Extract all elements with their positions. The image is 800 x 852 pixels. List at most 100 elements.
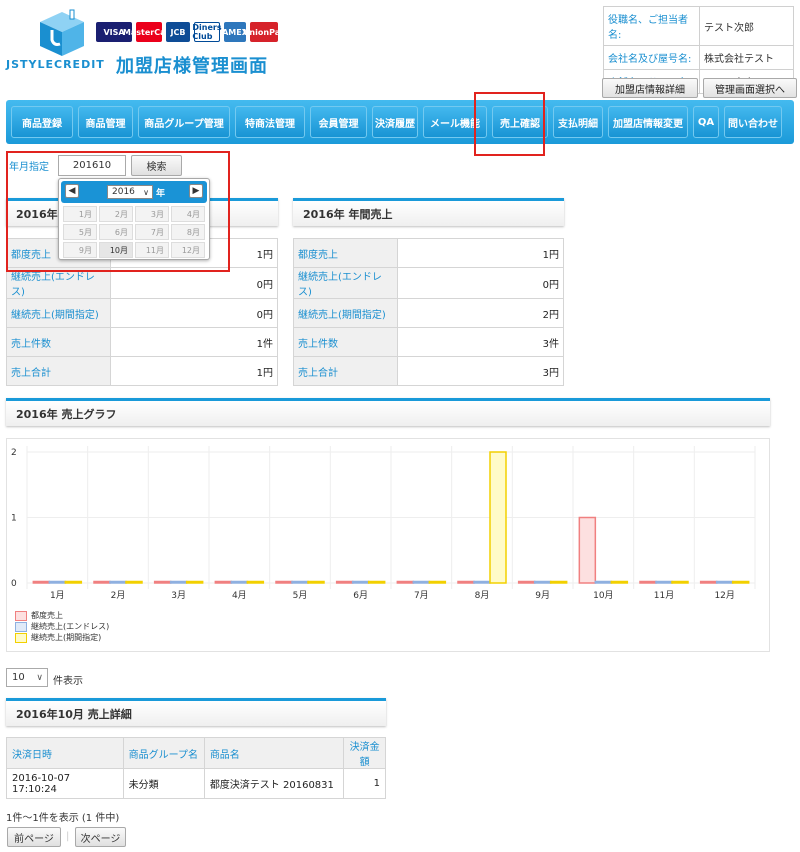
card-logo: JCB [166, 22, 190, 42]
column-header[interactable]: 決済日時 [6, 737, 124, 769]
x-tick-label: 5月 [293, 590, 308, 601]
main-nav: 商品登録 商品管理 商品グループ管理 特商法管理 会員管理 決済履歴 メール機能 売上確認 支払… [6, 100, 794, 144]
chart-bar [412, 580, 431, 584]
row-value: 3円 [397, 356, 564, 386]
page-size-suffix: 件表示 [53, 676, 83, 687]
nav-item[interactable]: 決済履歴 [372, 106, 418, 138]
row-value: 0円 [110, 298, 278, 328]
pager-summary: 1件～1件を表示 (1 件中) [6, 813, 120, 824]
chart-bar [549, 580, 568, 584]
column-header[interactable]: 商品名 [203, 737, 345, 769]
row-label: 売上件数 [6, 327, 111, 357]
sales-chart: 0 1 2 1月 2月 3月 4月 5月 6月 7月 8月 9月 10月 11月 12月 [11, 446, 756, 601]
row-value: 1円 [110, 356, 278, 386]
chart-bar [610, 580, 629, 584]
row-label: 継続売上(エンドレス) [6, 267, 111, 299]
select-admin-button[interactable]: 管理画面選択へ [703, 78, 797, 98]
pager-separator: | [66, 831, 70, 842]
chart-bar [64, 580, 83, 584]
x-tick-label: 12月 [714, 590, 734, 601]
chart-bar [230, 580, 249, 584]
chart-bar [671, 580, 689, 584]
page-size-select[interactable]: 10 ∨ [6, 668, 48, 687]
chart-bar [246, 580, 265, 584]
legend-item: 継続売上(期間指定) [15, 632, 109, 643]
chart-bar [639, 580, 657, 584]
prev-page-button[interactable]: 前ページ [7, 827, 61, 847]
nav-item[interactable]: 加盟店情報変更 [608, 106, 688, 138]
next-page-button[interactable]: 次ページ [75, 827, 126, 847]
page-title: 加盟店様管理画面 [116, 56, 268, 77]
chart-bar [169, 580, 188, 584]
x-tick-label: 8月 [475, 590, 490, 601]
sales-detail-title: 2016年10月 売上詳細 [6, 698, 386, 726]
page-size-value: 10 [12, 672, 25, 683]
row-value: 1件 [110, 327, 278, 357]
nav-item[interactable]: 商品管理 [78, 106, 133, 138]
legend-swatch [15, 632, 27, 643]
chart-bar [291, 580, 309, 584]
x-tick-label: 10月 [593, 590, 613, 601]
row-value: 0円 [397, 267, 564, 299]
store-info-button[interactable]: 加盟店情報詳細 [602, 78, 698, 98]
yearly-sales-title: 2016年 年間売上 [293, 198, 564, 226]
chart-bar [517, 580, 536, 584]
chart-bar [109, 580, 127, 584]
x-tick-label: 6月 [353, 590, 368, 601]
column-header[interactable]: 商品グループ名 [122, 737, 205, 769]
chart-bar [473, 580, 491, 584]
column-header[interactable]: 決済金額 [343, 737, 386, 769]
chart-bar [715, 580, 734, 584]
legend-item: 継続売上(エンドレス) [15, 621, 109, 632]
nav-item[interactable]: 特商法管理 [235, 106, 305, 138]
chart-bar [731, 580, 750, 584]
chart-bar [153, 580, 172, 584]
chart-bar [93, 580, 111, 584]
row-label: 継続売上(エンドレス) [293, 267, 398, 299]
card-logo: MasterCard [123, 22, 175, 42]
info-key: 会社名及び屋号名: [603, 45, 700, 70]
row-value: 1円 [397, 238, 564, 268]
chart-bar [367, 580, 386, 584]
table-row: 2016-10-07 17:10:24 未分類 都度決済テスト 20160831 1 [6, 768, 386, 799]
chart-bar [396, 580, 415, 584]
card-logo: UnionPay [243, 22, 285, 42]
nav-item[interactable]: 商品登録 [11, 106, 73, 138]
legend-label: 都度売上 [31, 611, 63, 620]
brand-name: JSTYLECREDIT [6, 58, 105, 71]
table-cell: 2016-10-07 17:10:24 [6, 768, 124, 799]
logo-cube-icon [40, 9, 84, 56]
legend-swatch [15, 621, 27, 632]
chart-bar [32, 580, 51, 584]
chart-bar [655, 580, 673, 584]
chart-bar [489, 451, 507, 584]
row-label: 売上件数 [293, 327, 398, 357]
x-tick-label: 3月 [171, 590, 186, 601]
table-header-row: 決済日時 商品グループ名 商品名 決済金額 [6, 737, 386, 769]
table-row: 都度売上 1円 [293, 238, 564, 268]
nav-item[interactable]: 会員管理 [310, 106, 367, 138]
table-cell: 都度決済テスト 20160831 [203, 768, 345, 799]
x-tick-label: 7月 [414, 590, 429, 601]
nav-item[interactable]: 支払明細 [553, 106, 603, 138]
x-tick-label: 4月 [232, 590, 247, 601]
chart-bar [533, 580, 552, 584]
chart-bar [48, 580, 67, 584]
x-tick-label: 11月 [654, 590, 674, 601]
nav-item[interactable]: QA [693, 106, 719, 138]
legend-label: 継続売上(エンドレス) [31, 622, 110, 631]
chart-bar [335, 580, 354, 584]
table-row: 売上件数 1件 [6, 327, 278, 357]
table-row: 売上件数 3件 [293, 327, 564, 357]
y-tick-label: 2 [11, 448, 17, 458]
chart-bar [214, 580, 233, 584]
sales-chart-frame: 0 1 2 1月 2月 3月 4月 5月 6月 7月 8月 9月 10月 11月 12月 [6, 438, 770, 652]
table-row: 売上合計 3円 [293, 356, 564, 386]
nav-item[interactable]: 商品グループ管理 [138, 106, 230, 138]
sales-detail-table: 決済日時 商品グループ名 商品名 決済金額 2016-10-07 17:10:24 未分類… [6, 737, 386, 799]
legend-swatch [15, 610, 27, 621]
chart-bar [594, 580, 613, 584]
chevron-down-icon: ∨ [36, 672, 43, 683]
row-label: 売上合計 [293, 356, 398, 386]
nav-item[interactable]: 問い合わせ [724, 106, 782, 138]
